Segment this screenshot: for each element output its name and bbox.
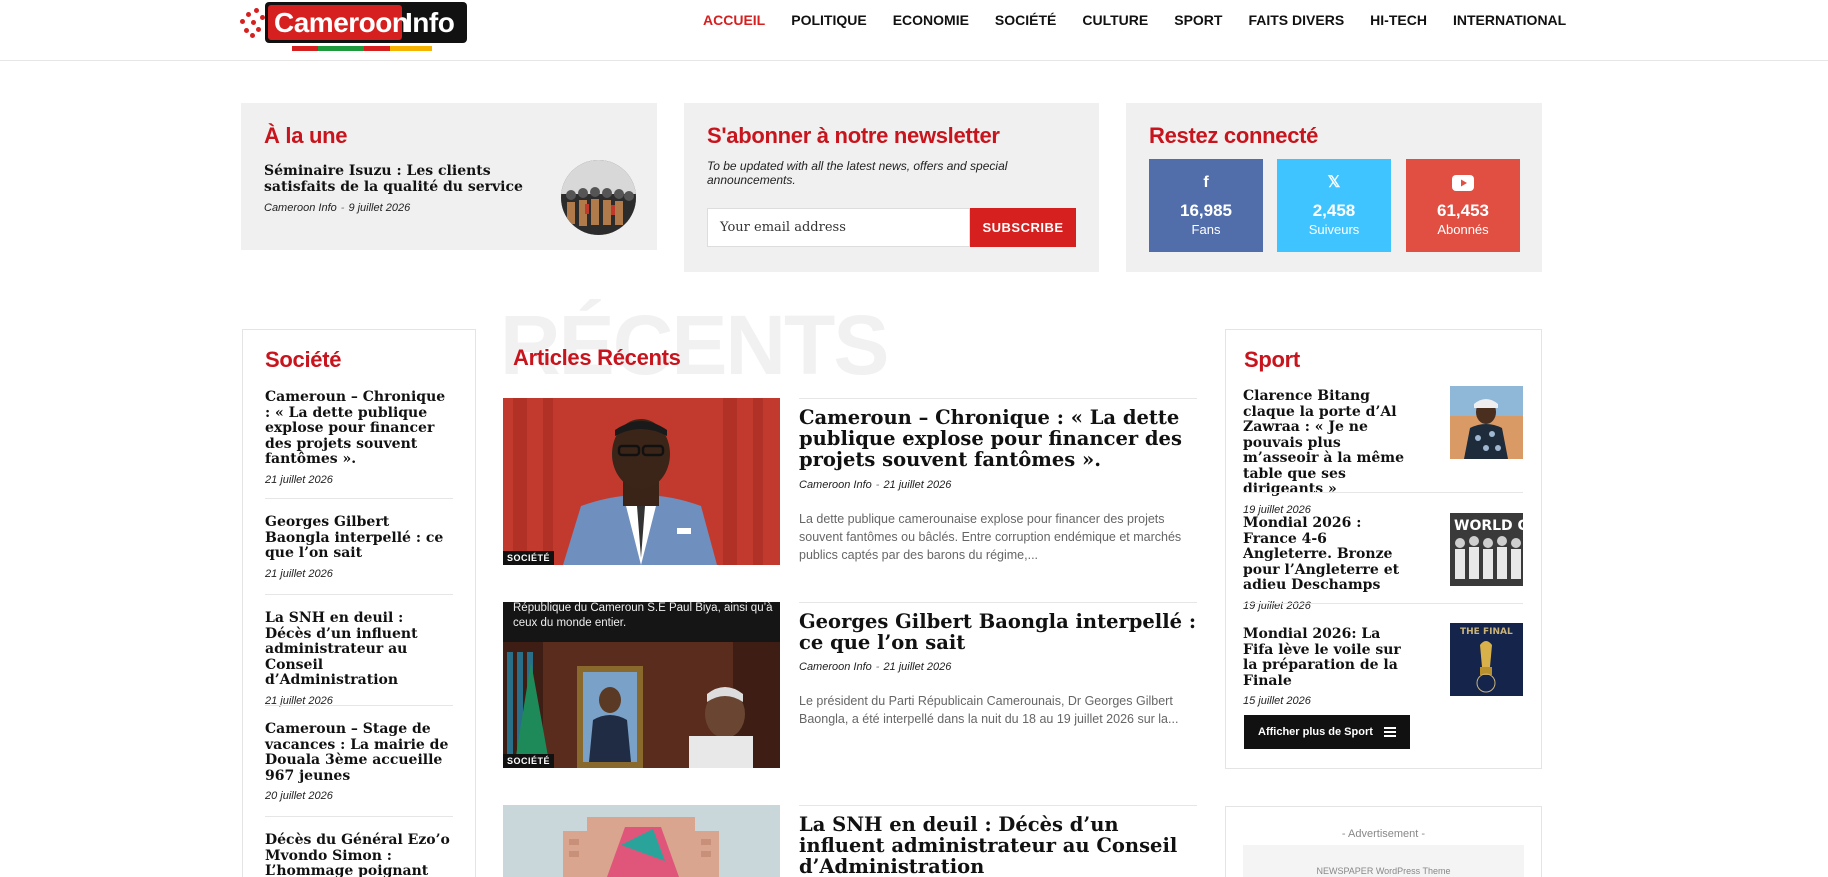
sport-item-date: 15 juillet 2026 <box>1243 695 1311 707</box>
a-la-une-heading: À la une <box>264 123 348 148</box>
a-la-une-meta: Cameroon Info -9 juillet 2026 <box>264 202 411 214</box>
a-la-une-title[interactable]: Séminaire Isuzu : Les clients satisfaits… <box>264 163 546 195</box>
article-meta: Cameroon Info -21 juillet 2026 <box>799 479 952 491</box>
article-category-tag[interactable]: SOCIÉTÉ <box>503 551 555 565</box>
sport-item-title[interactable]: Mondial 2026 : France 4-6 Angleterre. Br… <box>1243 515 1411 594</box>
sport-item-title[interactable]: Clarence Bitang claque la porte d’Al Zaw… <box>1243 388 1411 498</box>
article-category-tag[interactable]: SOCIÉTÉ <box>503 754 555 768</box>
sport-item: Mondial 2026 : France 4-6 Angleterre. Br… <box>1243 515 1411 612</box>
a-la-une-thumbnail[interactable] <box>561 160 636 235</box>
a-la-une-author[interactable]: Cameroon Info <box>264 202 337 214</box>
youtube-icon <box>1406 173 1520 193</box>
article-image[interactable]: SOCIÉTÉ <box>503 398 780 565</box>
logo-flag-stripe <box>292 46 432 51</box>
logo-text-cameroon: Cameroon <box>268 5 409 40</box>
article-date: 21 juillet 2026 <box>883 661 952 673</box>
sport-more-button[interactable]: Afficher plus de Sport <box>1244 715 1410 749</box>
societe-item-title[interactable]: La SNH en deuil : Décès d’un influent ad… <box>265 610 453 689</box>
youtube-label: Abonnés <box>1437 222 1489 237</box>
sport-heading: Sport <box>1244 347 1300 372</box>
article-title[interactable]: La SNH en deuil : Décès d’un influent ad… <box>799 814 1199 877</box>
social-facebook[interactable]: f 16,985 Fans <box>1149 159 1263 252</box>
a-la-une-article: Séminaire Isuzu : Les clients satisfaits… <box>264 163 546 214</box>
nav-accueil[interactable]: ACCUEIL <box>703 11 765 31</box>
newsletter-email-input[interactable]: Your email address <box>707 208 970 247</box>
nav-culture[interactable]: CULTURE <box>1082 11 1148 31</box>
x-count: 2,458 <box>1312 201 1356 220</box>
nav-hi-tech[interactable]: HI-TECH <box>1370 11 1427 31</box>
facebook-count: 16,985 <box>1180 201 1232 220</box>
logo-box: Cameroon Info <box>265 2 467 43</box>
logo-text-info: Info <box>405 7 455 38</box>
nav-international[interactable]: INTERNATIONAL <box>1453 11 1566 31</box>
sport-item-date: 19 juillet 2026 <box>1243 503 1311 516</box>
youtube-count: 61,453 <box>1437 201 1489 220</box>
recents-heading: Articles Récents <box>513 345 681 370</box>
article-image-caption: République du Cameroun S.E Paul Biya, ai… <box>513 602 773 629</box>
article-image[interactable]: République du Cameroun S.E Paul Biya, ai… <box>503 602 780 768</box>
site-header: Cameroon Info ACCUEIL POLITIQUE ECONOMIE… <box>0 0 1828 61</box>
societe-item-date: 21 juillet 2026 <box>265 567 333 580</box>
sport-item: Mondial 2026: La Fifa lève le voile sur … <box>1243 626 1411 707</box>
societe-item: La SNH en deuil : Décès d’un influent ad… <box>265 610 453 706</box>
article-excerpt: Le président du Parti Républicain Camero… <box>799 694 1179 726</box>
nav-societe[interactable]: SOCIÉTÉ <box>995 11 1056 31</box>
societe-item: Georges Gilbert Baongla interpellé : ce … <box>265 514 453 580</box>
page: Cameroon Info ACCUEIL POLITIQUE ECONOMIE… <box>0 0 1828 877</box>
newsletter-description: To be updated with all the latest news, … <box>707 159 1008 187</box>
sport-more-label: Afficher plus de Sport <box>1258 726 1373 738</box>
article-title[interactable]: Georges Gilbert Baongla interpellé : ce … <box>799 611 1199 653</box>
social-heading: Restez connecté <box>1149 123 1319 148</box>
societe-item-title[interactable]: Georges Gilbert Baongla interpellé : ce … <box>265 514 453 562</box>
newsletter-heading: S'abonner à notre newsletter <box>707 123 1000 148</box>
article-image[interactable] <box>503 805 780 877</box>
article-author[interactable]: Cameroon Info <box>799 661 872 673</box>
societe-item-title[interactable]: Cameroun – Stage de vacances : La mairie… <box>265 721 453 784</box>
societe-item: Décès du Général Ezo’o Mvondo Simon : L’… <box>265 832 453 877</box>
facebook-label: Fans <box>1191 222 1221 237</box>
sport-item: Clarence Bitang claque la porte d’Al Zaw… <box>1243 388 1411 516</box>
article-date: 21 juillet 2026 <box>883 479 952 491</box>
societe-item-date: 20 juillet 2026 <box>265 790 333 802</box>
nav-politique[interactable]: POLITIQUE <box>791 11 866 31</box>
article-meta: Cameroon Info -21 juillet 2026 <box>799 661 952 673</box>
societe-item-date: 21 juillet 2026 <box>265 473 333 486</box>
societe-column: Société Cameroun – Chronique : « La dett… <box>242 329 476 877</box>
societe-item: Cameroun – Chronique : « La dette publiq… <box>265 389 453 486</box>
nav-economie[interactable]: ECONOMIE <box>893 11 969 31</box>
svg-text:WORLD C: WORLD C <box>1454 518 1523 534</box>
svg-text:THE FINAL: THE FINAL <box>1460 627 1513 637</box>
newsletter-box: S'abonner à notre newsletter To be updat… <box>684 103 1099 272</box>
article-excerpt: La dette publique camerounaise explose p… <box>799 512 1182 562</box>
nav-sport[interactable]: SPORT <box>1174 11 1222 31</box>
social-box: Restez connecté f 16,985 Fans 𝕏 2,458 Su… <box>1126 103 1542 272</box>
x-label: Suiveurs <box>1308 222 1360 237</box>
sport-item-date: 19 juillet 2026 <box>1243 599 1311 612</box>
logo-dots-icon <box>240 8 268 38</box>
social-x[interactable]: 𝕏 2,458 Suiveurs <box>1277 159 1391 252</box>
x-icon: 𝕏 <box>1327 174 1341 191</box>
sport-item-thumbnail[interactable] <box>1450 386 1523 459</box>
sport-item-thumbnail[interactable]: THE FINAL <box>1450 623 1523 696</box>
societe-item-title[interactable]: Décès du Général Ezo’o Mvondo Simon : L’… <box>265 832 453 877</box>
site-logo[interactable]: Cameroon Info <box>240 2 467 52</box>
social-youtube[interactable]: 61,453 Abonnés <box>1406 159 1520 252</box>
article-author[interactable]: Cameroon Info <box>799 479 872 491</box>
sport-item-title[interactable]: Mondial 2026: La Fifa lève le voile sur … <box>1243 626 1411 689</box>
societe-item: Cameroun – Stage de vacances : La mairie… <box>265 721 453 802</box>
article-title[interactable]: Cameroun – Chronique : « La dette publiq… <box>799 407 1199 470</box>
societe-heading: Société <box>265 347 342 372</box>
ad-text: NEWSPAPER WordPress Theme <box>1316 866 1451 876</box>
nav-faits-divers[interactable]: FAITS DIVERS <box>1248 11 1344 31</box>
a-la-une-date: 9 juillet 2026 <box>348 202 411 214</box>
menu-icon <box>1384 727 1396 737</box>
a-la-une-box: À la une Séminaire Isuzu : Les clients s… <box>241 103 657 250</box>
ad-label: - Advertisement - <box>1341 828 1426 840</box>
sport-item-thumbnail[interactable]: WORLD C <box>1450 513 1523 586</box>
main-nav: ACCUEIL POLITIQUE ECONOMIE SOCIÉTÉ CULTU… <box>703 11 1592 31</box>
facebook-icon: f <box>1203 174 1209 191</box>
societe-item-title[interactable]: Cameroun – Chronique : « La dette publiq… <box>265 389 453 468</box>
newsletter-subscribe-button[interactable]: SUBSCRIBE <box>970 208 1076 247</box>
